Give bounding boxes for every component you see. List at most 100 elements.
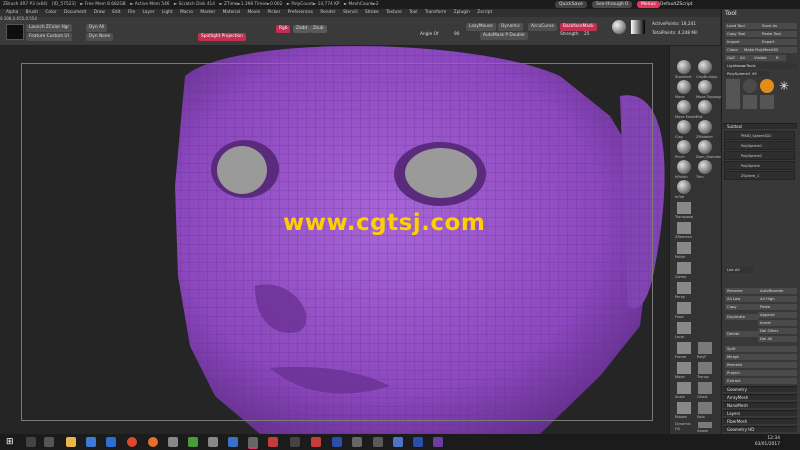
zsub-button[interactable]: Zsub <box>310 25 327 33</box>
menu-draw[interactable]: Draw <box>94 10 105 15</box>
menu-alpha[interactable]: Alpha <box>6 10 18 15</box>
all-button[interactable]: All <box>738 55 752 61</box>
section-geometry[interactable]: Geometry <box>723 386 797 392</box>
import-button[interactable]: Import <box>725 39 760 45</box>
dam-standard-brush-icon[interactable] <box>698 140 712 154</box>
menu-stencil[interactable]: Stencil <box>343 10 358 15</box>
zadd-button[interactable]: Zadd <box>293 25 311 33</box>
menu-stroke[interactable]: Stroke <box>365 10 379 15</box>
strength-value[interactable]: 25 <box>584 32 589 37</box>
all-low-button[interactable]: All Low <box>725 296 759 302</box>
task-view-icon[interactable] <box>44 437 54 447</box>
app-icon[interactable] <box>413 437 423 447</box>
app-icon[interactable] <box>311 437 321 447</box>
flat-brush-icon[interactable] <box>698 100 712 114</box>
color-swatch[interactable] <box>6 24 24 40</box>
menu-light[interactable]: Light <box>162 10 173 15</box>
subtool-item[interactable]: PolySphere1 <box>724 141 795 150</box>
menu-brush[interactable]: Brush <box>26 10 38 15</box>
frame-icon[interactable] <box>677 342 691 354</box>
firefox-icon[interactable] <box>148 437 158 447</box>
transpose-icon[interactable] <box>677 202 691 214</box>
subtool-item[interactable]: ZSphere_1 <box>724 171 795 180</box>
trim-brush-icon[interactable] <box>698 160 712 174</box>
menu-preferences[interactable]: Preferences <box>288 10 313 15</box>
simplebrush-thumbnail-icon[interactable] <box>760 95 774 109</box>
gizmo-icon[interactable] <box>677 262 691 274</box>
insert-button[interactable]: Insert <box>758 320 797 326</box>
polysphere-thumbnail-icon[interactable] <box>743 95 757 109</box>
spotlight-projection-button[interactable]: Spotlight Projection <box>198 33 246 41</box>
section-layers[interactable]: Layers <box>723 410 797 416</box>
menu-movie[interactable]: Movie <box>247 10 260 15</box>
polish-icon[interactable] <box>677 242 691 254</box>
cylinder-thumbnail-icon[interactable] <box>743 79 757 93</box>
menu-tool[interactable]: Tool <box>409 10 417 15</box>
default-zscript-button[interactable]: DefaultZScript <box>656 1 697 8</box>
list-all-button[interactable]: List All <box>725 267 753 273</box>
del-all-button[interactable]: Del All <box>758 336 797 342</box>
extract-button[interactable]: Extract <box>725 378 797 384</box>
quicksave-button[interactable]: QuickSave <box>555 1 587 8</box>
make-polymesh-button[interactable]: Make PolyMesh3D <box>742 47 797 53</box>
lightbox-tools-button[interactable]: Lightbox►Tools <box>725 63 797 69</box>
section-nanomesh[interactable]: NanoMesh <box>723 402 797 408</box>
dynamic-button[interactable]: Dynamic <box>498 23 523 31</box>
paste-tool-button[interactable]: Paste Tool <box>760 31 797 37</box>
rename-button[interactable]: Rename <box>725 288 759 294</box>
delete-button[interactable]: Delete <box>725 331 759 337</box>
move-elastic-brush-icon[interactable] <box>677 100 691 114</box>
menu-render[interactable]: Render <box>320 10 335 15</box>
xpose-icon[interactable] <box>698 422 712 428</box>
floor-icon[interactable] <box>677 302 691 314</box>
app-icon[interactable] <box>373 437 383 447</box>
goz-button[interactable]: GoZ <box>725 55 739 61</box>
launch-zcolor-button[interactable]: Launch ZColor Hgr <box>26 24 73 32</box>
star-thumbnail-icon[interactable]: ✳ <box>777 79 791 93</box>
subtool-item[interactable]: PM3D_Sphere3D2 <box>724 131 795 140</box>
app-icon[interactable] <box>433 437 443 447</box>
rotate-view-icon[interactable] <box>677 402 691 414</box>
standard-brush-icon[interactable] <box>677 60 691 74</box>
section-fibermesh[interactable]: FiberMesh <box>723 418 797 424</box>
r-button[interactable]: R <box>774 55 786 61</box>
hpolish-brush-icon[interactable] <box>677 160 691 174</box>
merge-button[interactable]: Merge <box>725 354 797 360</box>
zbrush-taskbar-icon[interactable] <box>248 437 258 449</box>
windows-start-icon[interactable]: ⊞ <box>6 437 16 447</box>
menu-zscript[interactable]: Zscript <box>477 10 492 15</box>
menu-picker[interactable]: Picker <box>268 10 281 15</box>
append-button[interactable]: Append <box>758 312 797 318</box>
current-tool-name[interactable]: PolySphere2 49 <box>725 71 769 77</box>
app-icon[interactable] <box>393 437 403 447</box>
menu-color[interactable]: Color <box>45 10 56 15</box>
autoreorder-button[interactable]: AutoReorder <box>758 288 797 294</box>
split-button[interactable]: Split <box>725 346 797 352</box>
menu-file[interactable]: File <box>128 10 135 15</box>
store-icon[interactable] <box>86 437 96 447</box>
app-icon[interactable] <box>228 437 238 447</box>
tool-thumbnail-polysphere[interactable] <box>726 79 740 109</box>
section-geometry-hd[interactable]: Geometry HD <box>723 426 797 432</box>
photoshop-icon[interactable] <box>332 437 342 447</box>
settings-gear-icon[interactable] <box>168 437 178 447</box>
dyn-all-button[interactable]: Dyn All <box>86 24 108 32</box>
export-button[interactable]: Export <box>760 39 797 45</box>
material-sphere-icon[interactable] <box>612 20 626 34</box>
search-icon[interactable] <box>26 437 36 447</box>
menu-transform[interactable]: Transform <box>425 10 446 15</box>
scale-view-icon[interactable] <box>677 382 691 394</box>
fan-icon[interactable] <box>290 437 300 447</box>
visible-button[interactable]: Visible <box>752 55 774 61</box>
taskbar-clock[interactable]: 12:34 03/01/2017 <box>755 436 780 448</box>
clone-button[interactable]: Clone <box>725 47 742 53</box>
zmodeler-brush-icon[interactable] <box>698 120 712 134</box>
solo-icon[interactable] <box>698 402 712 414</box>
project-button[interactable]: Project <box>725 370 797 376</box>
menu-document[interactable]: Document <box>64 10 86 15</box>
menu-layer[interactable]: Layer <box>143 10 155 15</box>
persp-icon[interactable] <box>677 282 691 294</box>
move-view-icon[interactable] <box>677 362 691 374</box>
menu-marker[interactable]: Marker <box>200 10 215 15</box>
move-topological-brush-icon[interactable] <box>698 80 712 94</box>
